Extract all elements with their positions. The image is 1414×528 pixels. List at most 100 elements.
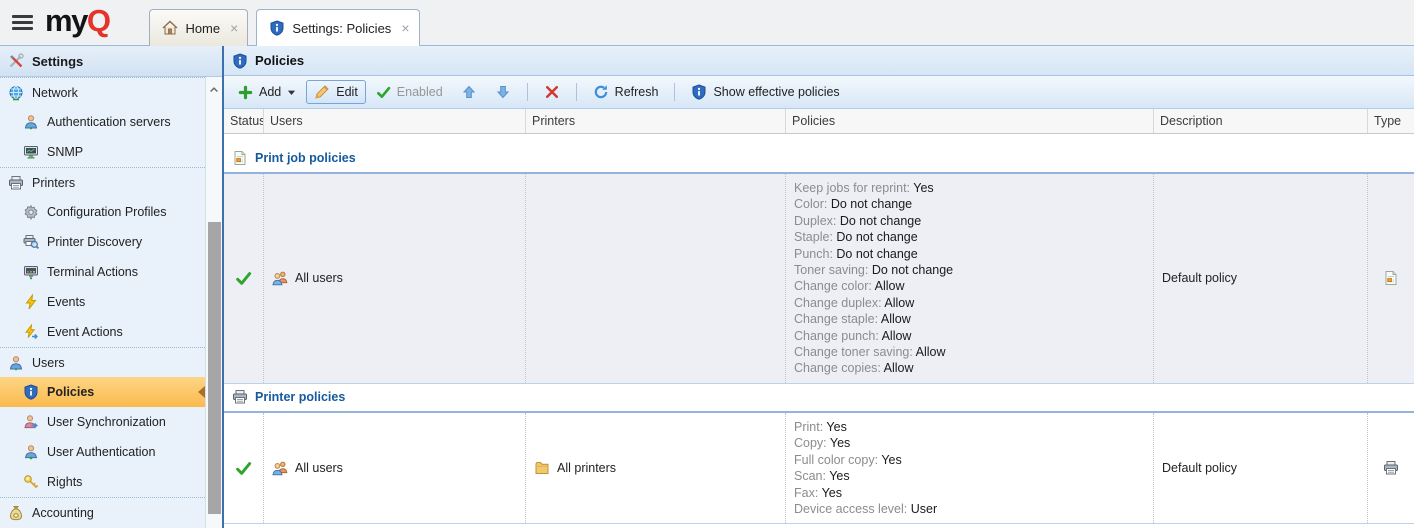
show-effective-policies-button[interactable]: Show effective policies (683, 80, 847, 104)
policy-line: Scan: Yes (794, 468, 1145, 484)
policy-line: Change duplex: Allow (794, 295, 1145, 311)
sidebar-item-users[interactable]: Users (0, 347, 205, 377)
sidebar-item-user-authentication[interactable]: User Authentication (0, 437, 205, 467)
tab-label: Home (185, 21, 220, 36)
add-button[interactable]: Add (230, 81, 304, 104)
scroll-up-icon[interactable] (208, 82, 220, 94)
selected-item-marker (198, 386, 205, 398)
column-header-type[interactable]: Type (1368, 109, 1414, 133)
section-header-print-job-policies: Print job policies (224, 145, 1414, 174)
status-cell (224, 174, 264, 383)
description-value: Default policy (1162, 461, 1237, 475)
sidebar-item-label: User Synchronization (47, 415, 166, 429)
tab-home[interactable]: Home × (149, 9, 248, 46)
refresh-button[interactable]: Refresh (585, 80, 667, 104)
column-header-printers[interactable]: Printers (526, 109, 786, 133)
sidebar-item-authentication-servers[interactable]: Authentication servers (0, 107, 205, 137)
add-label: Add (259, 85, 281, 99)
print-job-icon (232, 150, 248, 166)
type-cell (1368, 174, 1414, 383)
status-enabled-icon (235, 460, 252, 477)
column-header-description[interactable]: Description (1154, 109, 1368, 133)
edit-label: Edit (336, 85, 358, 99)
sidebar-scrollbar[interactable] (205, 77, 222, 528)
toolbar-separator (674, 83, 675, 101)
sidebar-item-policies[interactable]: Policies (0, 377, 205, 407)
sidebar-item-events[interactable]: Events (0, 287, 205, 317)
move-down-button[interactable] (487, 80, 519, 104)
table-top-spacer (224, 134, 1414, 145)
policy-line: Change toner saving: Allow (794, 344, 1145, 360)
shield-icon (23, 384, 39, 400)
policy-line: Change staple: Allow (794, 311, 1145, 327)
users-cell: All users (264, 174, 526, 383)
menu-button[interactable] (12, 12, 33, 33)
policy-line: Print: Yes (794, 419, 1145, 435)
policies-cell: Keep jobs for reprint: YesColor: Do not … (786, 174, 1154, 383)
sidebar-item-label: Users (32, 356, 65, 370)
myq-logo: myQ (45, 5, 109, 36)
column-header-policies[interactable]: Policies (786, 109, 1154, 133)
users-value: All users (295, 271, 343, 285)
policy-line: Staple: Do not change (794, 229, 1145, 245)
sidebar-item-accounting[interactable]: Accounting (0, 497, 205, 527)
user-icon (8, 355, 24, 371)
policy-line: Change color: Allow (794, 278, 1145, 294)
enabled-button[interactable]: Enabled (368, 81, 451, 104)
sidebar-item-printers[interactable]: Printers (0, 167, 205, 197)
page-title: Policies (255, 53, 304, 68)
sidebar-item-label: Event Actions (47, 325, 123, 339)
close-icon[interactable]: × (401, 21, 409, 35)
folder-icon (534, 460, 550, 476)
sidebar-item-printer-discovery[interactable]: Printer Discovery (0, 227, 205, 257)
toolbar: Add Edit Enabled (224, 76, 1414, 109)
user-icon (23, 114, 39, 130)
section-header-printer-policies: Printer policies (224, 384, 1414, 413)
printer-search-icon (23, 234, 39, 250)
pencil-icon (314, 84, 330, 100)
logo-text-q: Q (87, 3, 110, 38)
policy-row[interactable]: All usersAll printersPrint: YesCopy: Yes… (224, 413, 1414, 524)
sidebar-item-rights[interactable]: Rights (0, 467, 205, 497)
gear-icon (23, 204, 39, 220)
sidebar-item-network[interactable]: Network (0, 77, 205, 107)
sidebar-item-label: Rights (47, 475, 82, 489)
column-header-status[interactable]: Status (224, 109, 264, 133)
hamburger-icon (12, 15, 33, 18)
table-body: Print job policies All users Keep jobs for… (224, 134, 1414, 528)
sidebar-item-user-synchronization[interactable]: User Synchronization (0, 407, 205, 437)
tab-settings-policies[interactable]: Settings: Policies × (256, 9, 419, 46)
sidebar-item-label: Policies (47, 385, 94, 399)
refresh-label: Refresh (615, 85, 659, 99)
section-title: Print job policies (255, 151, 356, 165)
status-cell (224, 413, 264, 523)
sidebar-item-snmp[interactable]: SNMP (0, 137, 205, 167)
delete-button[interactable] (536, 80, 568, 104)
monitor-icon (23, 144, 39, 160)
move-up-button[interactable] (453, 80, 485, 104)
sidebar-item-event-actions[interactable]: Event Actions (0, 317, 205, 347)
close-icon[interactable]: × (230, 21, 238, 35)
content-area: Settings NetworkAuthentication serversSN… (0, 46, 1414, 528)
printers-cell (526, 174, 786, 383)
user-auth-icon (23, 444, 39, 460)
down-arrow-icon (495, 84, 511, 100)
sidebar-item-terminal-actions[interactable]: Terminal Actions (0, 257, 205, 287)
sidebar-item-label: Terminal Actions (47, 265, 138, 279)
column-header-users[interactable]: Users (264, 109, 526, 133)
toolbar-separator (576, 83, 577, 101)
sidebar: Settings NetworkAuthentication serversSN… (0, 46, 222, 528)
plus-icon (238, 85, 253, 100)
tab-bar: Home × Settings: Policies × (149, 8, 419, 45)
edit-button[interactable]: Edit (306, 80, 366, 104)
sidebar-items: NetworkAuthentication servers SNMP Printer… (0, 77, 205, 527)
sidebar-item-configuration-profiles[interactable]: Configuration Profiles (0, 197, 205, 227)
terminal-icon (23, 264, 39, 280)
policy-row[interactable]: All users Keep jobs for reprint: YesColor… (224, 174, 1414, 384)
panel-title-bar: Policies (224, 46, 1414, 76)
tools-icon (8, 53, 24, 69)
policy-line: Copy: Yes (794, 435, 1145, 451)
scroll-thumb[interactable] (208, 222, 221, 514)
sidebar-item-label: SNMP (47, 145, 83, 159)
key-icon (23, 474, 39, 490)
